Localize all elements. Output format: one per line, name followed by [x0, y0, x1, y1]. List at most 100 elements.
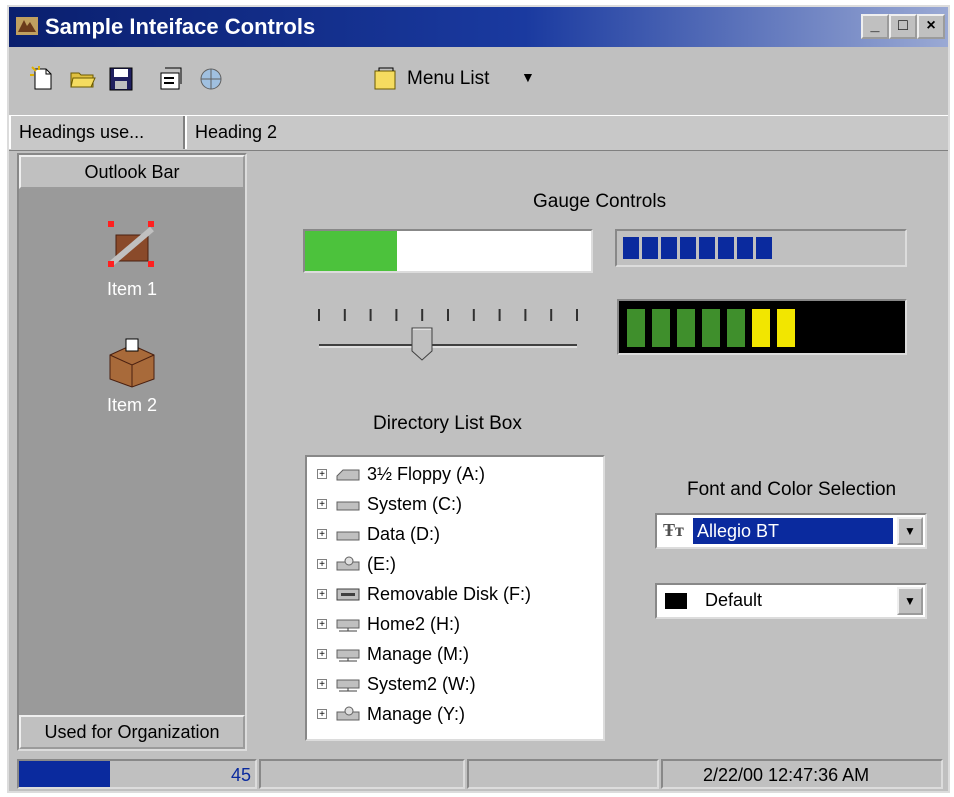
expand-icon[interactable]: +	[317, 709, 327, 720]
menu-list-dropdown-icon[interactable]: ▼	[521, 69, 535, 85]
removable-drive-icon	[336, 588, 360, 601]
outlook-bar-footer[interactable]: Used for Organization	[19, 715, 245, 749]
directory-item[interactable]: + System (C:)	[317, 491, 462, 517]
segmented-gauge-block	[756, 237, 772, 259]
open-folder-icon[interactable]	[69, 65, 97, 93]
segmented-gauge-block	[718, 237, 734, 259]
box-icon	[109, 338, 155, 388]
expand-icon[interactable]: +	[317, 529, 327, 540]
segmented-gauge-block	[661, 237, 677, 259]
segmented-gauge-block	[642, 237, 658, 259]
tab-headings-use[interactable]: Headings use...	[9, 116, 185, 149]
status-timestamp-panel: 2/22/00 12:47:36 AM	[661, 759, 943, 789]
status-progress-fill	[19, 761, 111, 787]
led-gauge-block	[677, 309, 695, 347]
directory-list-box[interactable]: + 3½ Floppy (A:) + System (C:) + Data (D…	[305, 455, 605, 741]
status-panel-3	[467, 759, 659, 789]
cd-drive-icon	[336, 556, 360, 571]
directory-item[interactable]: + (E:)	[317, 551, 396, 577]
led-gauge-block	[627, 309, 645, 347]
globe-icon[interactable]	[197, 65, 225, 93]
directory-item-label: System (C:)	[367, 493, 463, 514]
segmented-gauge	[615, 229, 907, 267]
minimize-button[interactable]: _	[861, 14, 889, 39]
progress-gauge-fill	[305, 231, 397, 271]
toolbar: Menu List ▼	[9, 49, 948, 115]
properties-icon[interactable]	[157, 65, 185, 93]
led-gauge-block	[777, 309, 795, 347]
directory-item[interactable]: + Removable Disk (F:)	[317, 581, 531, 607]
network-drive-icon	[336, 649, 360, 662]
segmented-gauge-block	[699, 237, 715, 259]
tab-strip: Headings use... Heading 2	[9, 115, 948, 151]
truetype-icon: Ŧт	[663, 520, 684, 540]
directory-item-label: Home2 (H:)	[367, 613, 461, 634]
directory-item[interactable]: + Manage (Y:)	[317, 701, 465, 727]
main-panel: Gauge Controls Directory List Box + 3½ F…	[253, 153, 948, 751]
outlook-item-1-label: Item 1	[106, 279, 158, 299]
color-dropdown-button[interactable]: ▼	[897, 587, 923, 615]
directory-item[interactable]: + Home2 (H:)	[317, 611, 460, 637]
network-drive-icon	[336, 619, 360, 632]
led-gauge-block	[727, 309, 745, 347]
new-icon[interactable]	[29, 65, 57, 93]
font-color-title: Font and Color Selection	[687, 479, 897, 500]
directory-item[interactable]: + Manage (M:)	[317, 641, 469, 667]
segmented-gauge-block	[737, 237, 753, 259]
led-gauge-block	[702, 309, 720, 347]
directory-item-label: Manage (M:)	[367, 643, 470, 664]
status-panel-2	[259, 759, 465, 789]
directory-item[interactable]: + System2 (W:)	[317, 671, 476, 697]
font-dropdown-button[interactable]: ▼	[897, 517, 923, 545]
font-selector-value: Allegio BT	[693, 518, 893, 544]
app-window: Sample Inteiface Controls _ □ × Menu Lis…	[7, 5, 950, 793]
cd-drive-icon	[336, 706, 360, 721]
slider-track	[318, 309, 578, 348]
close-button[interactable]: ×	[917, 14, 945, 39]
status-progress: 45	[17, 759, 257, 789]
status-timestamp: 2/22/00 12:47:36 AM	[703, 765, 870, 785]
directory-item[interactable]: + 3½ Floppy (A:)	[317, 461, 485, 487]
hard-drive-icon	[336, 531, 360, 541]
directory-item[interactable]: + Data (D:)	[317, 521, 440, 547]
directory-item-label: 3½ Floppy (A:)	[367, 463, 486, 484]
tab-heading-2[interactable]: Heading 2	[185, 116, 305, 149]
outlook-item-2[interactable]: Item 2	[19, 331, 245, 416]
expand-icon[interactable]: +	[317, 469, 327, 480]
directory-item-label: Removable Disk (F:)	[367, 583, 532, 604]
gauge-controls-title: Gauge Controls	[533, 191, 667, 212]
expand-icon[interactable]: +	[317, 589, 327, 600]
floppy-drive-icon	[336, 469, 360, 481]
menu-list-button[interactable]: Menu List	[373, 63, 489, 95]
slider[interactable]	[313, 303, 583, 365]
font-selector[interactable]: Ŧт Allegio BT ▼	[655, 513, 927, 549]
outlook-item-1[interactable]: Item 1	[19, 215, 245, 300]
menu-list-icon	[374, 67, 396, 90]
directory-item-label: Manage (Y:)	[367, 703, 466, 724]
expand-icon[interactable]: +	[317, 619, 327, 630]
expand-icon[interactable]: +	[317, 679, 327, 690]
hard-drive-icon	[336, 501, 360, 511]
progress-gauge	[303, 229, 593, 273]
app-icon	[16, 17, 38, 35]
color-swatch	[665, 593, 687, 609]
maximize-button[interactable]: □	[889, 14, 917, 39]
directory-item-label: Data (D:)	[367, 523, 441, 544]
menu-list-label: Menu List	[407, 68, 490, 89]
directory-item-label: System2 (W:)	[367, 673, 476, 694]
expand-icon[interactable]: +	[317, 559, 327, 570]
window-title: Sample Inteiface Controls	[45, 14, 316, 39]
outlook-item-2-label: Item 2	[106, 395, 158, 415]
outlook-bar: Outlook Bar Item 1 Item 2 Used for Organ…	[17, 153, 247, 751]
network-drive-icon	[336, 679, 360, 692]
color-selector-value: Default	[705, 590, 763, 610]
expand-icon[interactable]: +	[317, 649, 327, 660]
title-bar[interactable]: Sample Inteiface Controls _ □ ×	[9, 7, 948, 47]
outlook-bar-header[interactable]: Outlook Bar	[19, 155, 245, 189]
led-gauge	[617, 299, 907, 355]
slider-thumb[interactable]	[411, 327, 433, 361]
expand-icon[interactable]: +	[317, 499, 327, 510]
status-progress-text: 45	[230, 765, 251, 785]
color-selector[interactable]: Default ▼	[655, 583, 927, 619]
save-icon[interactable]	[107, 65, 135, 93]
